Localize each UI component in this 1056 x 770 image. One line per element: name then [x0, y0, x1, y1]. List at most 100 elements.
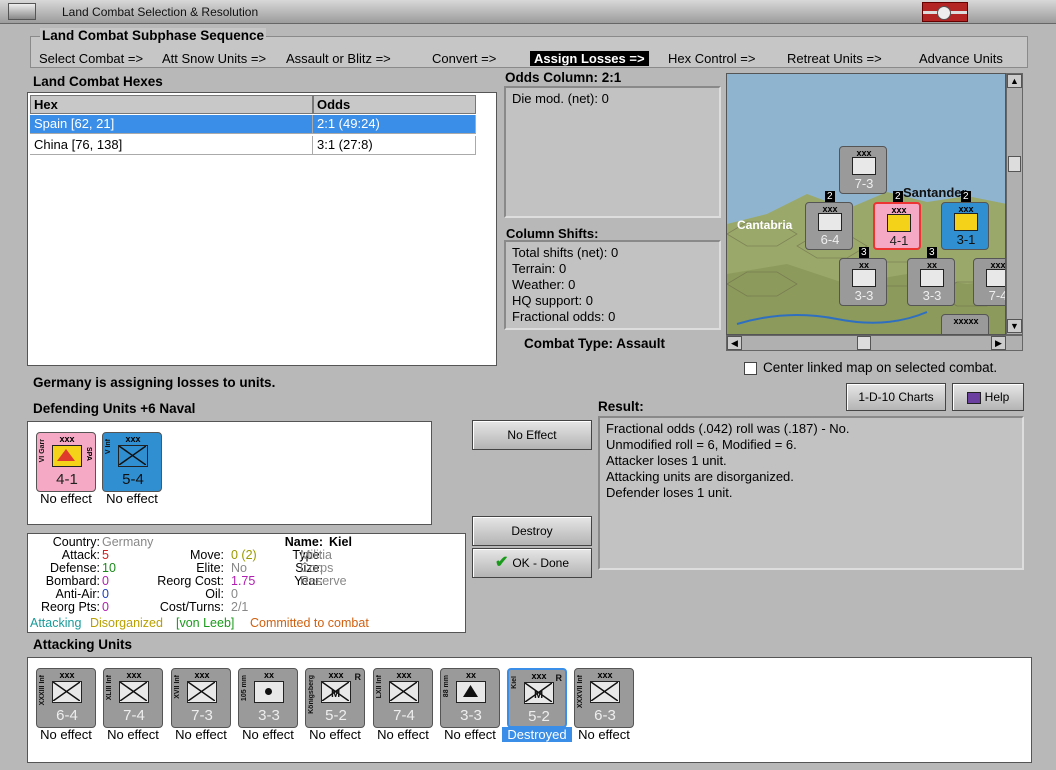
- defending-heading: Defending Units +6 Naval: [33, 401, 196, 416]
- unit-size: xxx: [59, 434, 75, 444]
- scroll-left-icon[interactable]: ◀: [727, 336, 742, 350]
- table-row-odds[interactable]: 3:1 (27:8): [313, 136, 476, 155]
- scroll-right-icon[interactable]: ▶: [991, 336, 1006, 350]
- attacking-unit-status: No effect: [578, 727, 630, 742]
- no-effect-button[interactable]: No Effect: [472, 420, 592, 450]
- unit-size: xxx: [396, 670, 412, 680]
- unit-size: xxx: [597, 670, 613, 680]
- unit-size: xx: [465, 670, 476, 680]
- stack-number: 2: [961, 191, 971, 202]
- name-label: Name:: [284, 535, 323, 549]
- costturns-value: 2/1: [231, 600, 249, 614]
- odds-column-heading: Odds Column: 2:1: [505, 70, 622, 85]
- attack-label: Attack:: [61, 548, 100, 562]
- window-titlebar: Land Combat Selection & Resolution: [0, 0, 1056, 24]
- assign-losses-message: Germany is assigning losses to units.: [33, 375, 276, 390]
- attacking-unit[interactable]: xx 88 mm 3-3: [440, 668, 500, 728]
- reserve-marker: R: [555, 673, 563, 683]
- phase-retreat-units: Retreat Units =>: [787, 51, 882, 66]
- table-row-hex[interactable]: China [76, 138]: [30, 136, 313, 155]
- map-counter[interactable]: xxx 6-4: [805, 202, 853, 250]
- infantry-icon: [389, 681, 419, 703]
- attacking-unit[interactable]: xx 105 mm 3-3: [238, 668, 298, 728]
- elite-label: Elite:: [196, 561, 224, 575]
- status-committed: Committed to combat: [250, 616, 369, 630]
- unit-strength: 3-3: [258, 707, 280, 724]
- attacking-unit[interactable]: xxx Kiel R M 5-2: [507, 668, 567, 728]
- attacking-unit[interactable]: xxx XVII Inf 7-3: [171, 668, 231, 728]
- ok-done-button[interactable]: ✔ OK - Done: [472, 548, 592, 578]
- col-header-odds[interactable]: Odds: [313, 95, 476, 114]
- destroy-button[interactable]: Destroy: [472, 516, 592, 546]
- hexes-heading: Land Combat Hexes: [33, 74, 163, 89]
- unit-name: V Inf: [105, 439, 112, 455]
- table-row-odds[interactable]: 2:1 (49:24): [313, 115, 476, 134]
- unit-strength: 6-3: [594, 707, 616, 724]
- status-attacking: Attacking: [30, 616, 82, 630]
- map-counter[interactable]: xxxxx: [941, 314, 989, 334]
- stack-number: 2: [893, 191, 903, 202]
- hscroll-thumb[interactable]: [857, 336, 871, 350]
- combat-type: Combat Type: Assault: [524, 336, 666, 351]
- scroll-down-icon[interactable]: ▼: [1007, 319, 1022, 333]
- attacking-unit[interactable]: xxx LXII Inf 7-4: [373, 668, 433, 728]
- map-counter[interactable]: xxx 7-3: [839, 146, 887, 194]
- map-counter[interactable]: xxx 7-4: [973, 258, 1005, 306]
- unit-strength: 6-4: [56, 707, 78, 724]
- shift-line: Total shifts (net): 0: [512, 245, 619, 260]
- map-horizontal-scrollbar[interactable]: ◀ ▶: [726, 335, 1023, 351]
- defense-value: 10: [102, 561, 116, 575]
- defense-label: Defense:: [49, 561, 100, 575]
- attacking-unit[interactable]: xxx XXXVII Inf 6-3: [574, 668, 634, 728]
- antiair-icon: [852, 269, 876, 287]
- result-line: Attacker loses 1 unit.: [606, 453, 727, 468]
- infantry-icon: [818, 213, 842, 231]
- center-map-checkbox[interactable]: [744, 362, 757, 375]
- defending-unit[interactable]: xxx V Inf 5-4: [102, 432, 162, 492]
- size-value: Corps: [300, 561, 334, 575]
- window-menu-icon[interactable]: [8, 3, 36, 20]
- attack-value: 5: [102, 548, 109, 562]
- antiair-icon: [456, 681, 486, 703]
- scroll-up-icon[interactable]: ▲: [1007, 74, 1022, 88]
- unit-strength: 4-1: [56, 471, 78, 488]
- infantry-icon: [118, 445, 148, 467]
- attacking-unit[interactable]: xxx Königsberg R M 5-2: [305, 668, 365, 728]
- attacking-unit-status: No effect: [444, 727, 496, 742]
- shift-line: Weather: 0: [512, 277, 576, 292]
- unit-name: XXXIII Inf: [39, 675, 46, 706]
- oil-label: Oil:: [205, 587, 224, 601]
- year-value: Reserve: [300, 574, 347, 588]
- reserve-marker: R: [354, 672, 362, 682]
- status-leader: [von Leeb]: [176, 616, 235, 630]
- map-counter[interactable]: xx 3-3: [839, 258, 887, 306]
- map-counter-defender[interactable]: xxx 4-1: [873, 202, 921, 250]
- col-header-hex[interactable]: Hex: [30, 95, 313, 114]
- table-row-hex[interactable]: Spain [62, 21]: [30, 115, 313, 134]
- attacking-unit[interactable]: xxx XLIII Inf 7-4: [103, 668, 163, 728]
- attacking-unit[interactable]: xxx XXXIII Inf 6-4: [36, 668, 96, 728]
- bombard-value: 0: [102, 574, 109, 588]
- unit-name: XXXVII Inf: [577, 675, 584, 709]
- linked-map[interactable]: Cantabria Santander xxx 7-3 xxx 6-4 xxx …: [726, 73, 1006, 335]
- result-line: Defender loses 1 unit.: [606, 485, 733, 500]
- hexes-table: Hex Odds Spain [62, 21] 2:1 (49:24) Chin…: [27, 92, 497, 366]
- unit-name: 105 mm: [241, 675, 248, 702]
- phase-advance-units: Advance Units: [919, 51, 1003, 66]
- unit-size: xx: [263, 670, 274, 680]
- phase-att-snow-units: Att Snow Units =>: [162, 51, 267, 66]
- map-counter[interactable]: xx 3-3: [907, 258, 955, 306]
- reorgpts-value: 0: [102, 600, 109, 614]
- result-line: Unmodified roll = 6, Modified = 6.: [606, 437, 797, 452]
- help-button[interactable]: Help: [952, 383, 1024, 411]
- phase-hex-control: Hex Control =>: [668, 51, 756, 66]
- reorgcost-value: 1.75: [231, 574, 256, 588]
- map-counter-defender[interactable]: xxx 3-1: [941, 202, 989, 250]
- vscroll-thumb[interactable]: [1008, 156, 1021, 172]
- map-vertical-scrollbar[interactable]: ▲ ▼: [1006, 73, 1023, 335]
- unit-strength: 5-2: [325, 707, 347, 724]
- move-value: 0 (2): [231, 548, 257, 562]
- defending-unit[interactable]: xxx VI Garr SPA 4-1: [36, 432, 96, 492]
- charts-button[interactable]: 1-D-10 Charts: [846, 383, 946, 411]
- attacking-unit-status: Destroyed: [502, 727, 572, 742]
